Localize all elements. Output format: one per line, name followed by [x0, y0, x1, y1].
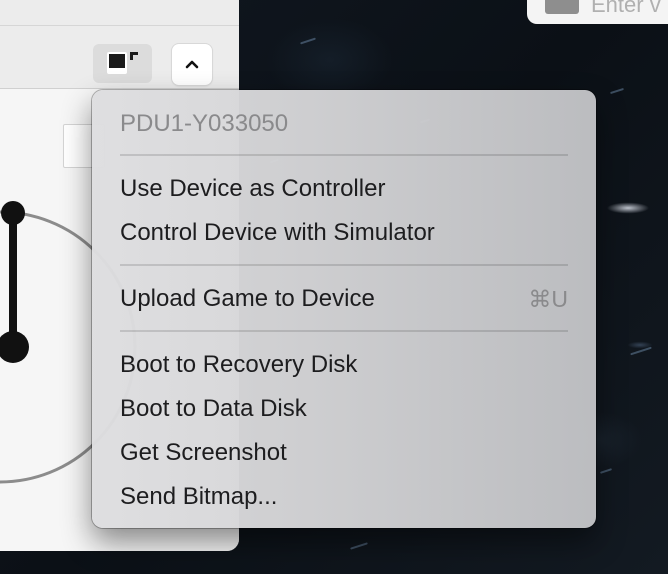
- background-speck: [599, 468, 613, 474]
- search-field-placeholder: Enter v: [591, 0, 661, 17]
- menu-item-upload-game[interactable]: Upload Game to Device ⌘U: [120, 279, 568, 319]
- menu-item-label: Boot to Data Disk: [120, 395, 307, 422]
- background-speck: [630, 346, 652, 356]
- menu-item-use-device-as-controller[interactable]: Use Device as Controller: [120, 169, 568, 209]
- menu-separator: [120, 330, 568, 332]
- menu-separator: [120, 154, 568, 156]
- screen: Enter v PDU1-Y033050 Use Device as Contr…: [0, 0, 668, 574]
- background-speck: [300, 37, 316, 45]
- menu-item-label: Get Screenshot: [120, 439, 287, 466]
- menu-item-control-device-with-simulator[interactable]: Control Device with Simulator: [120, 213, 568, 253]
- menu-item-send-bitmap[interactable]: Send Bitmap...: [120, 477, 568, 517]
- terminal-icon: [545, 0, 579, 14]
- menu-item-boot-recovery-disk[interactable]: Boot to Recovery Disk: [120, 345, 568, 385]
- background-speck: [350, 542, 368, 550]
- device-context-menu: PDU1-Y033050 Use Device as Controller Co…: [92, 90, 596, 528]
- menu-item-get-screenshot[interactable]: Get Screenshot: [120, 433, 568, 473]
- menu-item-boot-data-disk[interactable]: Boot to Data Disk: [120, 389, 568, 429]
- search-field[interactable]: Enter v: [527, 0, 668, 24]
- menu-item-label: Send Bitmap...: [120, 483, 278, 510]
- menu-item-label: Upload Game to Device: [120, 285, 375, 312]
- menu-item-label: Use Device as Controller: [120, 175, 386, 202]
- menu-separator: [120, 264, 568, 266]
- background-speck: [610, 87, 624, 95]
- menu-item-shortcut: ⌘U: [528, 286, 568, 312]
- menu-header-device-name: PDU1-Y033050: [120, 110, 289, 137]
- menu-item-label: Boot to Recovery Disk: [120, 351, 358, 378]
- menu-item-label: Control Device with Simulator: [120, 219, 435, 246]
- dial-lever-pivot: [0, 331, 29, 363]
- dial-lever-top-knob: [1, 201, 25, 225]
